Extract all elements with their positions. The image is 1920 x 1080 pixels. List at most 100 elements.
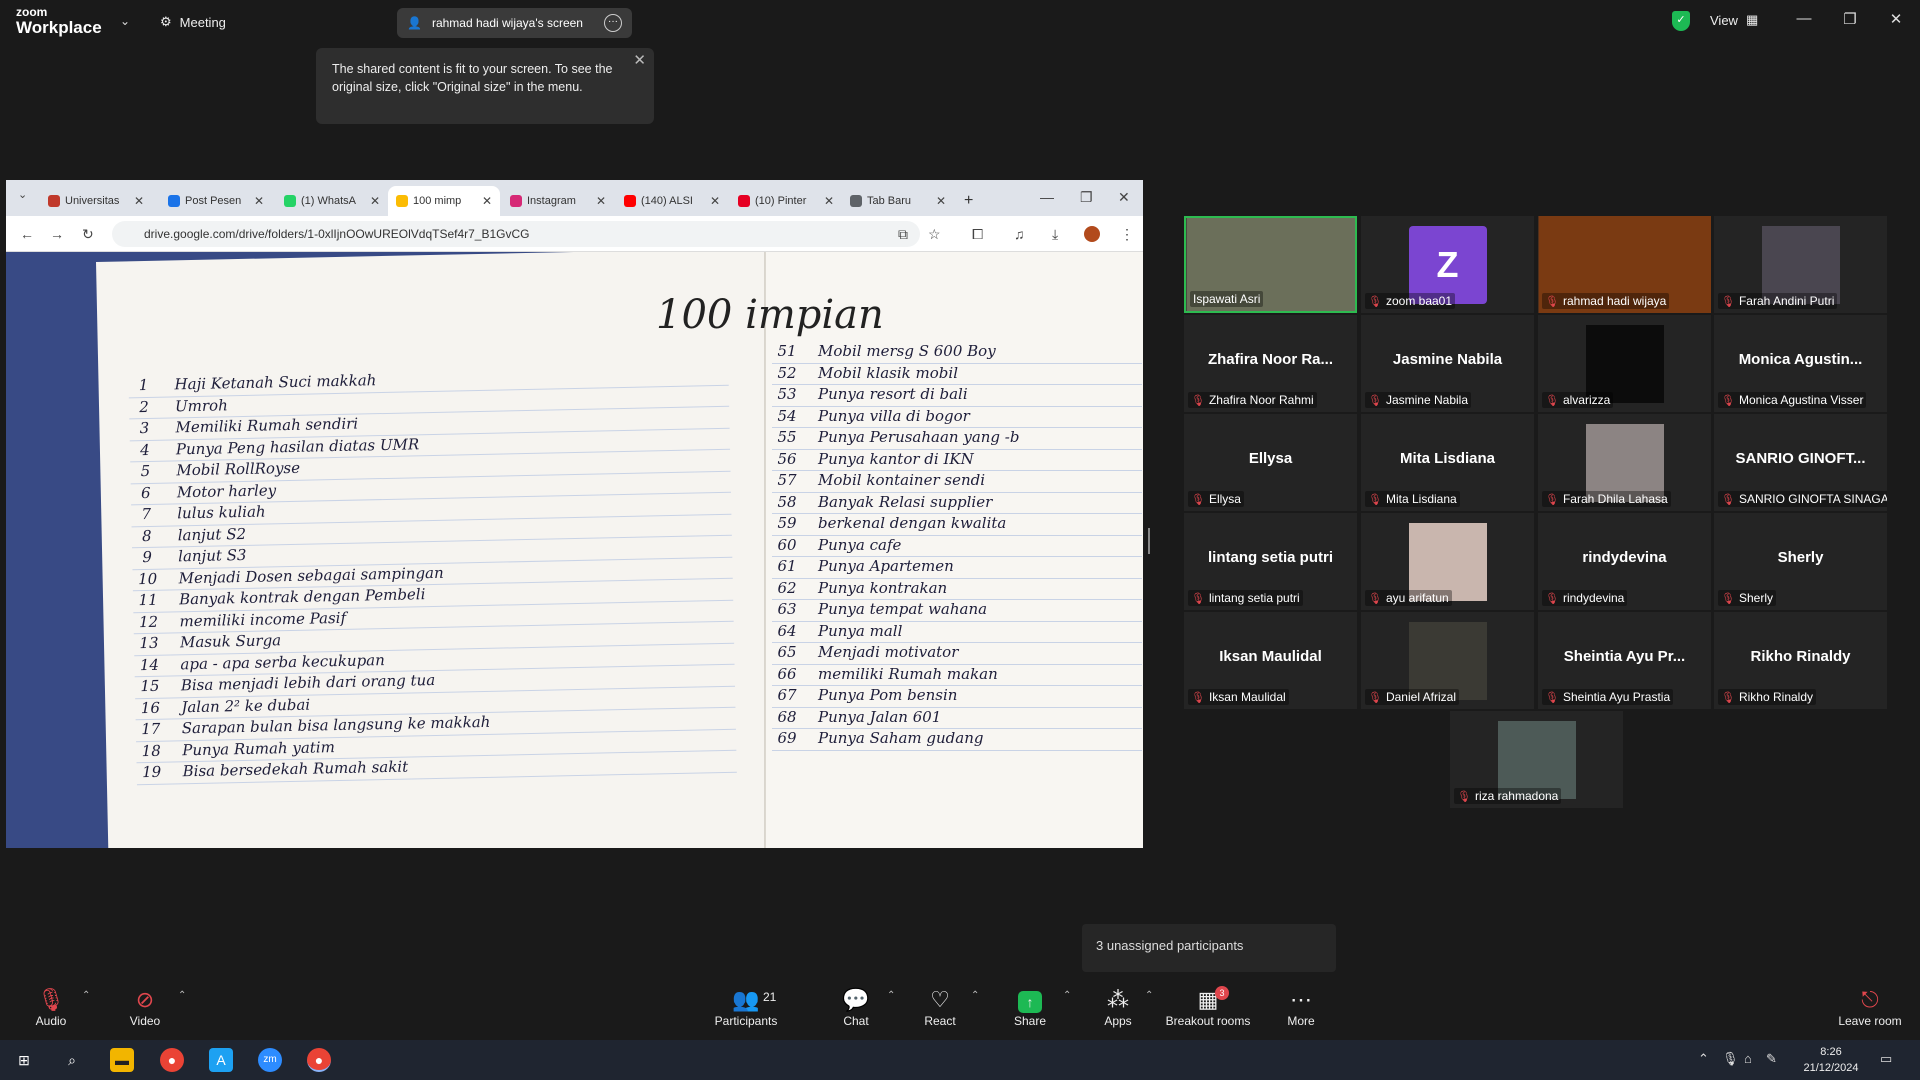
restore-icon[interactable]: ❐ [1838, 10, 1862, 28]
participant-name: Iksan Maulidal [1208, 690, 1286, 704]
new-tab-icon[interactable]: + [956, 186, 981, 216]
chat-button[interactable]: 💬 Chat ⌃ [811, 988, 901, 1029]
taskbar-clock[interactable]: 8:26 21/12/2024 [1790, 1044, 1872, 1076]
breakout-rooms-button[interactable]: ▦ Breakout rooms 3 [1158, 986, 1258, 1028]
participant-tile[interactable]: Ellysa 🎙 Ellysa [1184, 414, 1357, 511]
tray-chevron-icon[interactable]: ⌃ [1698, 1051, 1709, 1067]
browser-restore-icon[interactable]: ❐ [1080, 189, 1093, 206]
browser-tab[interactable]: (140) ALSI ✕ [616, 186, 728, 216]
more-options-icon[interactable]: ··· [604, 14, 622, 32]
leave-room-button[interactable]: ⎋ Leave room [1824, 988, 1916, 1029]
chevron-up-icon[interactable]: ⌃ [82, 990, 90, 1001]
participant-name-tag: 🎙 Zhafira Noor Rahmi [1188, 392, 1317, 408]
browser-close-icon[interactable]: ✕ [1118, 189, 1130, 206]
forward-icon[interactable]: → [50, 226, 64, 242]
tab-close-icon[interactable]: ✕ [824, 194, 834, 208]
participant-tile[interactable]: 🎙 riza rahmadona [1450, 711, 1623, 808]
media-icon[interactable]: ♫ [1014, 226, 1025, 242]
tab-close-icon[interactable]: ✕ [134, 194, 144, 208]
windows-start-icon[interactable]: ⊞ [12, 1048, 36, 1072]
mic-icon[interactable]: 🎙 [1722, 1051, 1739, 1067]
tab-search-icon[interactable]: ⌄ [18, 188, 27, 201]
participants-button[interactable]: 👥 Participants 21 [701, 988, 791, 1029]
install-icon[interactable]: ⧉ [898, 226, 908, 243]
participant-tile[interactable]: 🎙 Farah Andini Putri [1714, 216, 1887, 313]
notebook-title: 100 impian [656, 292, 884, 338]
more-button[interactable]: ⋯ More [1256, 988, 1346, 1029]
participant-tile[interactable]: Monica Agustin... 🎙 Monica Agustina Visser [1714, 315, 1887, 412]
audio-button[interactable]: 🎙 Audio ⌃ [6, 988, 96, 1029]
participant-tile[interactable]: Ispawati Asri [1184, 216, 1357, 313]
reload-icon[interactable]: ↻ [82, 226, 94, 243]
chevron-down-icon[interactable]: ⌄ [120, 14, 130, 28]
minimize-icon[interactable]: — [1792, 10, 1816, 27]
pen-icon[interactable]: ✎ [1766, 1051, 1777, 1067]
zoom-icon[interactable]: zm [258, 1048, 282, 1072]
tab-close-icon[interactable]: ✕ [370, 194, 380, 208]
browser-tab[interactable]: Instagram ✕ [502, 186, 614, 216]
chevron-up-icon[interactable]: ⌃ [1145, 990, 1153, 1001]
security-shield-icon[interactable]: ✓ [1672, 11, 1690, 31]
participant-tile[interactable]: 🎙 rahmad hadi wijaya [1538, 216, 1711, 313]
participant-tile[interactable]: Sherly 🎙 Sherly [1714, 513, 1887, 610]
apps-button[interactable]: ⁂ Apps ⌃ [1073, 988, 1163, 1029]
url-input[interactable]: drive.google.com/drive/folders/1-0xlIjnO… [112, 221, 920, 247]
browser-tab[interactable]: Universitas ✕ [40, 186, 152, 216]
share-button[interactable]: ↑ Share ⌃ [985, 988, 1075, 1028]
video-button[interactable]: ⊘ Video ⌃ [100, 988, 190, 1029]
chrome-icon[interactable]: ● [160, 1048, 184, 1072]
profile-avatar[interactable] [1084, 226, 1100, 242]
react-button[interactable]: ♡ React ⌃ [895, 988, 985, 1029]
chevron-up-icon[interactable]: ⌃ [178, 990, 186, 1001]
browser-tab[interactable]: 100 mimp ✕ [388, 186, 500, 216]
tab-close-icon[interactable]: ✕ [710, 194, 720, 208]
file-explorer-icon[interactable]: ▬ [110, 1048, 134, 1072]
tab-close-icon[interactable]: ✕ [482, 194, 492, 208]
close-tooltip-icon[interactable]: ✕ [633, 52, 646, 70]
participant-name: Jasmine Nabila [1385, 393, 1469, 407]
browser-tab[interactable]: Post Pesen ✕ [160, 186, 272, 216]
browser-minimize-icon[interactable]: — [1040, 189, 1054, 205]
participant-tile[interactable]: 🎙 Farah Dhila Lahasa [1538, 414, 1711, 511]
back-icon[interactable]: ← [20, 226, 34, 242]
browser-tab[interactable]: (1) WhatsA ✕ [276, 186, 388, 216]
bookmark-star-icon[interactable]: ☆ [928, 226, 941, 243]
participant-tile[interactable]: lintang setia putri 🎙 lintang setia putri [1184, 513, 1357, 610]
participant-tile[interactable]: 🎙 Daniel Afrizal [1361, 612, 1534, 709]
download-icon[interactable]: ⤓ [1052, 226, 1058, 243]
participant-tile[interactable]: Mita Lisdiana 🎙 Mita Lisdiana [1361, 414, 1534, 511]
tab-close-icon[interactable]: ✕ [936, 194, 946, 208]
extensions-icon[interactable]: ⧠ [972, 226, 983, 243]
split-handle[interactable] [1148, 528, 1150, 554]
participant-tile[interactable]: Z 🎙 zoom baa01 [1361, 216, 1534, 313]
menu-kebab-icon[interactable]: ⋮ [1120, 226, 1134, 243]
participant-tile[interactable]: Zhafira Noor Ra... 🎙 Zhafira Noor Rahmi [1184, 315, 1357, 412]
browser-tab[interactable]: (10) Pinter ✕ [730, 186, 842, 216]
participant-tile[interactable]: Jasmine Nabila 🎙 Jasmine Nabila [1361, 315, 1534, 412]
participant-tile[interactable]: Sheintia Ayu Pr... 🎙 Sheintia Ayu Prastia [1538, 612, 1711, 709]
search-icon[interactable]: ⌕ [60, 1048, 84, 1072]
participant-tile[interactable]: Rikho Rinaldy 🎙 Rikho Rinaldy [1714, 612, 1887, 709]
tab-close-icon[interactable]: ✕ [254, 194, 264, 208]
tab-close-icon[interactable]: ✕ [596, 194, 606, 208]
screen-share-pill[interactable]: 👤 rahmad hadi wijaya's screen ··· [397, 8, 632, 38]
browser-tab[interactable]: Tab Baru ✕ [842, 186, 954, 216]
unassigned-participants-banner[interactable]: 3 unassigned participants [1082, 924, 1336, 972]
view-button[interactable]: View ▦ [1710, 12, 1758, 28]
participant-tile[interactable]: 🎙 ayu arifatun [1361, 513, 1534, 610]
network-icon[interactable]: ⌂ [1744, 1051, 1752, 1066]
chevron-up-icon[interactable]: ⌃ [1063, 990, 1071, 1001]
participant-tile[interactable]: Iksan Maulidal 🎙 Iksan Maulidal [1184, 612, 1357, 709]
chevron-up-icon[interactable]: ⌃ [971, 990, 979, 1001]
close-icon[interactable]: ✕ [1884, 10, 1908, 28]
participant-tile[interactable]: 🎙 alvarizza [1538, 315, 1711, 412]
app-icon[interactable]: A [209, 1048, 233, 1072]
shared-screen[interactable]: ⌄ Universitas ✕ Post Pesen ✕ (1) WhatsA ✕ 100 … [6, 180, 1143, 848]
participant-tile[interactable]: SANRIO GINOFT... 🎙 SANRIO GINOFTA SINAGA [1714, 414, 1887, 511]
meeting-info-button[interactable]: ⚙ Meeting [160, 10, 226, 34]
participant-tile[interactable]: rindydevina 🎙 rindydevina [1538, 513, 1711, 610]
notification-icon[interactable]: ▭ [1880, 1051, 1892, 1067]
chrome-active-icon[interactable]: ● [307, 1048, 331, 1072]
mic-muted-icon: 🎙 [1368, 295, 1382, 308]
dream-text: memiliki income Pasif [179, 608, 347, 630]
